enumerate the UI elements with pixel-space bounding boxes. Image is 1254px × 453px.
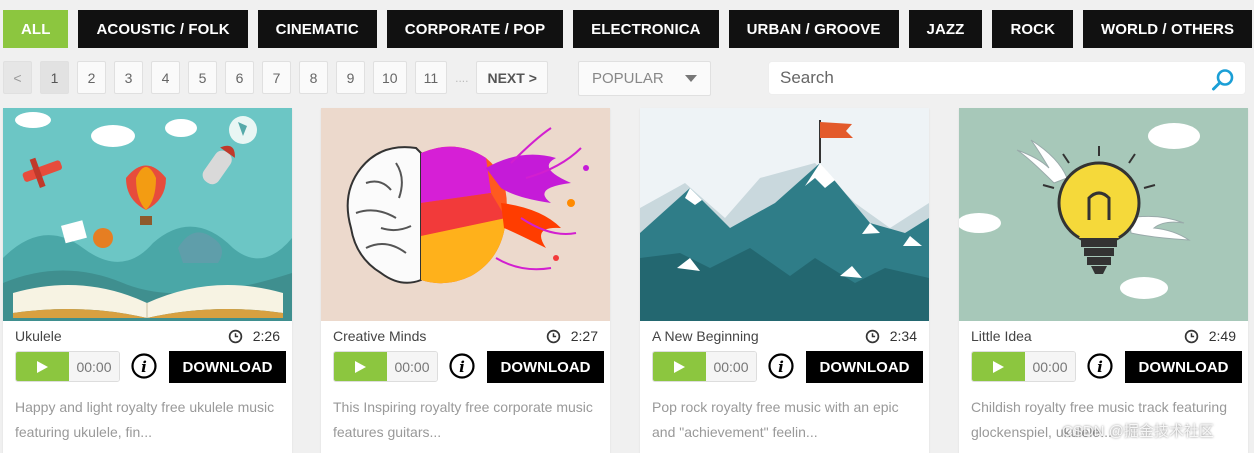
clock-icon [228, 329, 243, 343]
sort-select-value: POPULAR [592, 70, 664, 87]
playback-time: 00:00 [706, 352, 756, 381]
clock-icon [546, 329, 561, 343]
next-page-button[interactable]: NEXT > [476, 61, 548, 94]
svg-text:i: i [141, 358, 147, 376]
track-artwork[interactable] [3, 108, 292, 321]
audio-player: 00:00 [971, 351, 1076, 382]
track-title: Creative Minds [333, 328, 427, 344]
playback-time: 00:00 [1025, 352, 1075, 381]
page-button-1[interactable]: 1 [40, 61, 69, 94]
clock-icon [1184, 329, 1199, 343]
clock-icon [865, 329, 880, 343]
genre-tab-electronica[interactable]: ELECTRONICA [573, 10, 719, 48]
download-button[interactable]: DOWNLOAD [806, 351, 923, 383]
track-description: This Inspiring royalty free corporate mu… [333, 399, 593, 440]
track-description: Happy and light royalty free ukulele mus… [15, 399, 275, 440]
page-button-2[interactable]: 2 [77, 61, 106, 94]
track-card-a-new-beginning: A New Beginning 2:34 00:00 i DOWNLOAD Po… [640, 108, 929, 453]
svg-text:i: i [1097, 358, 1103, 376]
genre-tab-world-others[interactable]: WORLD / OTHERS [1083, 10, 1253, 48]
page-button-9[interactable]: 9 [336, 61, 365, 94]
play-icon [37, 360, 48, 373]
search-box [768, 61, 1246, 95]
track-duration: 2:26 [228, 328, 280, 344]
genre-tab-cinematic[interactable]: CINEMATIC [257, 10, 377, 48]
search-icon[interactable] [1211, 68, 1235, 92]
track-title: A New Beginning [652, 328, 759, 344]
watermark-text: CSDN @掘金技术社区 [1062, 423, 1214, 440]
play-icon [674, 360, 685, 373]
sort-select[interactable]: POPULAR [578, 61, 711, 96]
info-icon[interactable]: i [131, 353, 157, 379]
play-icon [355, 360, 366, 373]
info-icon[interactable]: i [1087, 353, 1113, 379]
play-button[interactable] [972, 352, 1025, 381]
track-artwork[interactable] [640, 108, 929, 321]
genre-tab-rock[interactable]: ROCK [992, 10, 1074, 48]
play-button[interactable] [334, 352, 387, 381]
track-artwork[interactable] [959, 108, 1248, 321]
svg-text:i: i [778, 358, 784, 376]
download-button[interactable]: DOWNLOAD [487, 351, 604, 383]
track-title: Ukulele [15, 328, 62, 344]
pagination-ellipsis: .... [455, 70, 469, 85]
page-button-11[interactable]: 11 [414, 61, 448, 94]
track-description: Pop rock royalty free music with an epic… [652, 399, 899, 440]
genre-tab-jazz[interactable]: JAZZ [908, 10, 983, 48]
page-button-7[interactable]: 7 [262, 61, 291, 94]
page-button-4[interactable]: 4 [151, 61, 180, 94]
svg-text:i: i [459, 358, 465, 376]
page-button-6[interactable]: 6 [225, 61, 254, 94]
play-button[interactable] [653, 352, 706, 381]
page-button-8[interactable]: 8 [299, 61, 328, 94]
audio-player: 00:00 [15, 351, 120, 382]
audio-player: 00:00 [333, 351, 438, 382]
info-icon[interactable]: i [449, 353, 475, 379]
info-icon[interactable]: i [768, 353, 794, 379]
track-duration-value: 2:26 [252, 328, 280, 344]
track-duration: 2:27 [546, 328, 598, 344]
track-title: Little Idea [971, 328, 1032, 344]
download-button[interactable]: DOWNLOAD [169, 351, 286, 383]
track-duration-value: 2:49 [1208, 328, 1236, 344]
playback-time: 00:00 [69, 352, 119, 381]
track-card-little-idea: Little Idea 2:49 00:00 i DOWNLOAD Childi… [959, 108, 1248, 453]
caret-down-icon [685, 75, 697, 82]
genre-tab-acoustic-folk[interactable]: ACOUSTIC / FOLK [78, 10, 248, 48]
track-duration: 2:34 [865, 328, 917, 344]
genre-tab-corporate-pop[interactable]: CORPORATE / POP [386, 10, 564, 48]
play-icon [993, 360, 1004, 373]
track-duration: 2:49 [1184, 328, 1236, 344]
prev-page-button[interactable]: < [3, 61, 32, 94]
page-button-3[interactable]: 3 [114, 61, 143, 94]
pagination: < 1 2 3 4 5 6 7 8 9 10 11 .... NEXT > [3, 61, 548, 94]
genre-filter-bar: ALL ACOUSTIC / FOLK CINEMATIC CORPORATE … [3, 10, 1253, 48]
track-card-creative-minds: Creative Minds 2:27 00:00 i DOWNLOAD Thi… [321, 108, 610, 453]
download-button[interactable]: DOWNLOAD [1125, 351, 1242, 383]
playback-time: 00:00 [387, 352, 437, 381]
search-input[interactable] [769, 62, 1189, 94]
genre-tab-all[interactable]: ALL [3, 10, 69, 48]
play-button[interactable] [16, 352, 69, 381]
track-artwork[interactable] [321, 108, 610, 321]
track-duration-value: 2:34 [889, 328, 917, 344]
track-duration-value: 2:27 [570, 328, 598, 344]
audio-player: 00:00 [652, 351, 757, 382]
page-button-10[interactable]: 10 [373, 61, 407, 94]
genre-tab-urban-groove[interactable]: URBAN / GROOVE [728, 10, 899, 48]
track-card-ukulele: Ukulele 2:26 00:00 i DOWNLOAD Happy and … [3, 108, 292, 453]
page-button-5[interactable]: 5 [188, 61, 217, 94]
